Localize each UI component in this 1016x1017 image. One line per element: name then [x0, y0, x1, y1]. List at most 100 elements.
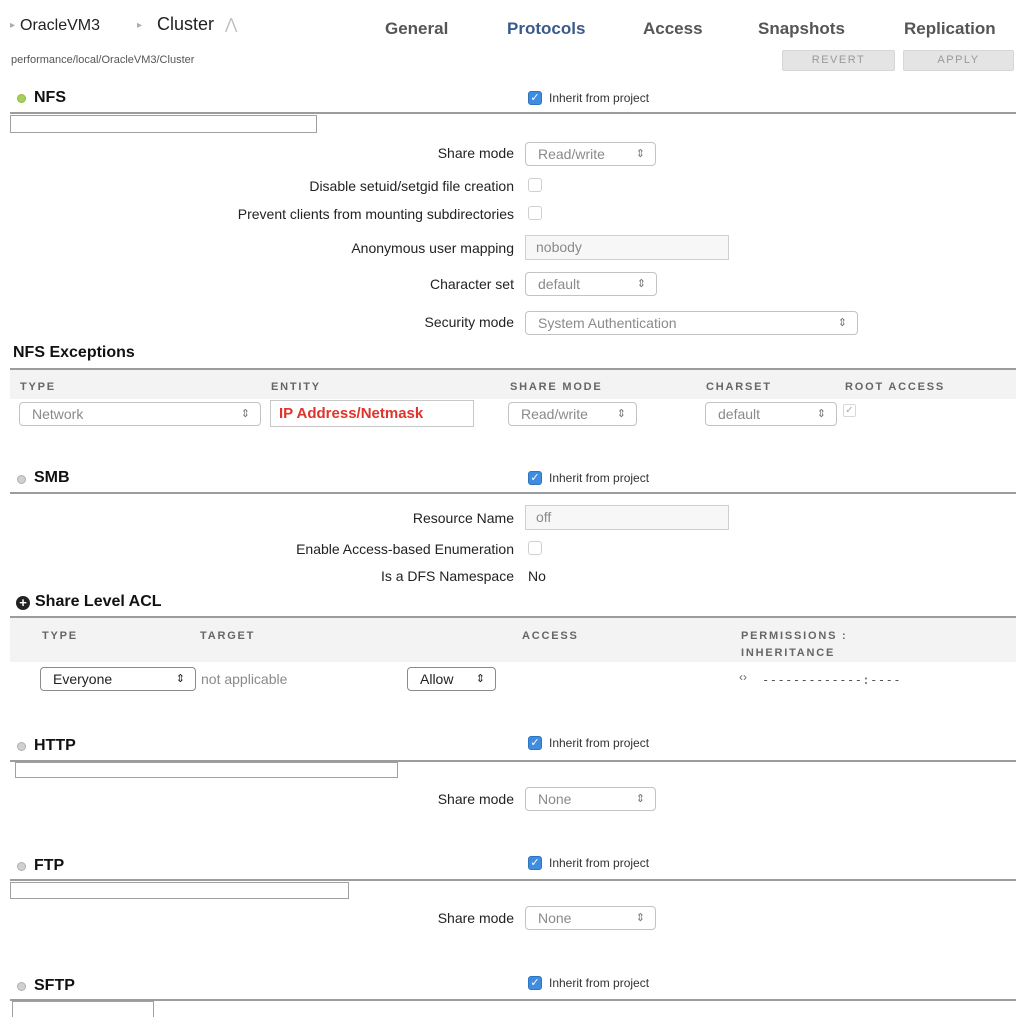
- breadcrumb-project[interactable]: OracleVM3: [20, 17, 100, 35]
- smb-inherit-checkbox[interactable]: ✓: [528, 471, 542, 485]
- charset-label: Character set: [429, 276, 514, 292]
- disable-setuid-label: Disable setuid/setgid file creation: [309, 178, 514, 194]
- apply-button[interactable]: APPLY: [903, 50, 1014, 71]
- share-acl-title: Share Level ACL: [35, 593, 162, 610]
- col-share-mode: SHARE MODE: [510, 381, 603, 393]
- redacted-area: [10, 115, 317, 133]
- section-divider: [10, 879, 1016, 881]
- resource-name-input[interactable]: off: [525, 505, 729, 530]
- dfs-label: Is a DFS Namespace: [380, 568, 514, 584]
- select-arrows-icon: ⇕: [636, 278, 646, 290]
- select-arrows-icon: ⇕: [816, 408, 826, 420]
- nfs-section-title: NFS: [34, 89, 66, 106]
- abe-checkbox[interactable]: [528, 541, 542, 555]
- exception-share-mode-select[interactable]: Read/write ⇕: [508, 402, 637, 426]
- http-inherit-checkbox[interactable]: ✓: [528, 736, 542, 750]
- select-arrows-icon: ⇕: [616, 408, 626, 420]
- ftp-inherit-label: Inherit from project: [549, 856, 650, 870]
- section-divider: [10, 112, 1016, 114]
- http-share-mode-label: Share mode: [437, 791, 514, 807]
- col-type: TYPE: [20, 381, 56, 393]
- select-arrows-icon: ⇕: [475, 673, 485, 685]
- anon-user-label: Anonymous user mapping: [351, 240, 514, 256]
- ftp-section-title: FTP: [34, 857, 65, 874]
- select-arrows-icon: ⇕: [635, 148, 645, 160]
- ftp-share-mode-value: None: [538, 910, 572, 926]
- acl-col-inheritance: INHERITANCE: [741, 647, 836, 659]
- http-inherit-label: Inherit from project: [549, 736, 650, 750]
- ftp-share-mode-select[interactable]: None ⇕: [525, 906, 656, 930]
- col-root-access: ROOT ACCESS: [845, 381, 946, 393]
- security-mode-value: System Authentication: [538, 315, 677, 331]
- root-access-checkbox[interactable]: ✓: [843, 404, 856, 417]
- smb-inherit-label: Inherit from project: [549, 471, 650, 485]
- sftp-status-dot-icon: [17, 982, 26, 991]
- section-divider: [10, 999, 1016, 1001]
- prevent-mount-checkbox[interactable]: [528, 206, 542, 220]
- exception-type-select[interactable]: Network ⇕: [19, 402, 261, 426]
- disable-setuid-checkbox[interactable]: [528, 178, 542, 192]
- section-divider: [10, 492, 1016, 494]
- col-entity: ENTITY: [271, 381, 321, 393]
- acl-access-select[interactable]: Allow ⇕: [407, 667, 496, 691]
- redacted-area: [10, 882, 349, 899]
- http-section-title: HTTP: [34, 737, 76, 754]
- share-path: performance/local/OracleVM3/Cluster: [11, 54, 195, 66]
- acl-type-select[interactable]: Everyone ⇕: [40, 667, 196, 691]
- acl-type-value: Everyone: [53, 671, 113, 687]
- select-arrows-icon: ⇕: [837, 317, 847, 329]
- smb-status-dot-icon: [17, 475, 26, 484]
- resource-name-label: Resource Name: [412, 510, 514, 526]
- select-arrows-icon: ⇕: [635, 912, 645, 924]
- nfs-inherit-checkbox[interactable]: ✓: [528, 91, 542, 105]
- nfs-share-mode-select[interactable]: Read/write ⇕: [525, 142, 656, 166]
- exception-entity-input[interactable]: IP Address/Netmask: [270, 400, 474, 427]
- tab-protocols[interactable]: Protocols: [507, 19, 585, 39]
- share-mode-label: Share mode: [437, 145, 514, 161]
- tab-snapshots[interactable]: Snapshots: [758, 19, 845, 39]
- breadcrumb-arrow-icon: ▸: [137, 20, 143, 31]
- ftp-inherit-checkbox[interactable]: ✓: [528, 856, 542, 870]
- nfs-exceptions-title: NFS Exceptions: [13, 344, 135, 361]
- add-acl-plus-icon[interactable]: +: [16, 596, 30, 610]
- acl-permissions-value[interactable]: -------------:----: [762, 673, 901, 687]
- acl-target-value: not applicable: [201, 671, 288, 687]
- sftp-inherit-checkbox[interactable]: ✓: [528, 976, 542, 990]
- http-share-mode-select[interactable]: None ⇕: [525, 787, 656, 811]
- sftp-section-title: SFTP: [34, 977, 75, 994]
- tab-replication[interactable]: Replication: [904, 19, 996, 39]
- acl-col-permissions: PERMISSIONS :: [741, 630, 848, 642]
- breadcrumb-arrow-icon: ▸: [10, 20, 16, 31]
- share-mode-value: Read/write: [538, 146, 605, 162]
- select-arrows-icon: ⇕: [175, 673, 185, 685]
- tab-access[interactable]: Access: [643, 19, 703, 39]
- ftp-status-dot-icon: [17, 862, 26, 871]
- acl-col-type: TYPE: [42, 630, 78, 642]
- http-share-mode-value: None: [538, 791, 572, 807]
- breadcrumb-share: Cluster: [157, 14, 215, 34]
- exception-type-value: Network: [32, 406, 84, 422]
- ftp-share-mode-label: Share mode: [437, 910, 514, 926]
- prevent-mount-label: Prevent clients from mounting subdirecto…: [237, 206, 514, 222]
- security-mode-select[interactable]: System Authentication ⇕: [525, 311, 858, 335]
- exception-share-mode-value: Read/write: [521, 406, 588, 422]
- nfs-inherit-label: Inherit from project: [549, 91, 650, 105]
- tab-general[interactable]: General: [385, 19, 448, 39]
- acl-col-target: TARGET: [200, 630, 256, 642]
- charset-value: default: [538, 276, 581, 292]
- nfs-status-dot-icon: [17, 94, 26, 103]
- permissions-toggle-icon[interactable]: ‹›: [739, 670, 747, 684]
- redacted-area: [15, 762, 398, 778]
- edit-cursor-icon[interactable]: ⋀: [225, 15, 237, 33]
- select-arrows-icon: ⇕: [240, 408, 250, 420]
- anon-user-input[interactable]: nobody: [525, 235, 729, 260]
- acl-access-value: Allow: [420, 671, 454, 687]
- smb-section-title: SMB: [34, 469, 70, 486]
- dfs-value: No: [528, 568, 546, 584]
- charset-select[interactable]: default ⇕: [525, 272, 657, 296]
- http-status-dot-icon: [17, 742, 26, 751]
- security-mode-label: Security mode: [424, 314, 514, 330]
- select-arrows-icon: ⇕: [635, 793, 645, 805]
- exception-charset-select[interactable]: default ⇕: [705, 402, 837, 426]
- revert-button[interactable]: REVERT: [782, 50, 895, 71]
